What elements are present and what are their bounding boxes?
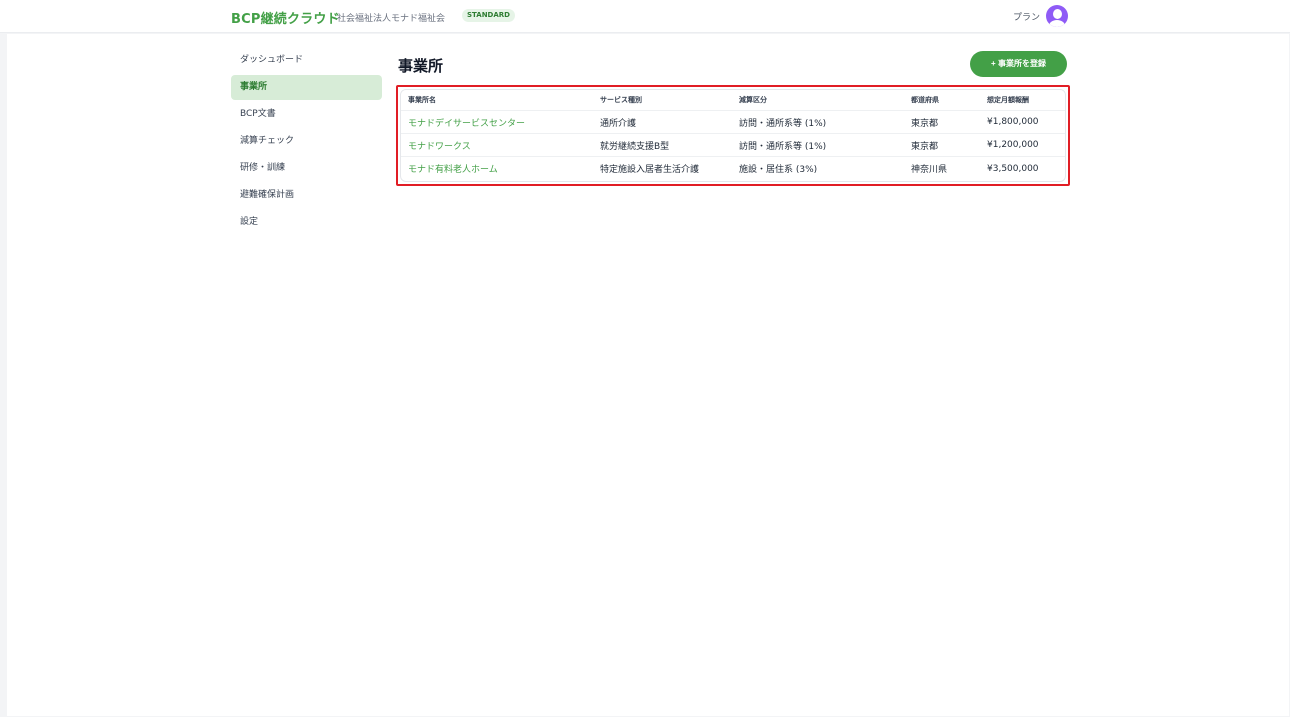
sidebar: ダッシュボード 事業所 BCP文書 減算チェック 研修・訓練 避難確保計画 設定	[231, 48, 382, 237]
monthly-fee-cell: ¥3,500,000	[987, 163, 1039, 174]
office-name-link[interactable]: モナド有料老人ホーム	[408, 157, 498, 180]
deduction-category-cell: 訪問・通所系等 (1%)	[739, 141, 827, 152]
prefecture-cell: 東京都	[911, 118, 939, 129]
column-header-deduction-category: 減算区分	[739, 96, 767, 104]
top-bar: BCP継続クラウド 社会福祉法人モナド福祉会 STANDARD プラン	[0, 0, 1290, 33]
user-avatar-icon[interactable]	[1046, 5, 1068, 27]
prefecture-cell: 神奈川県	[911, 165, 948, 175]
sidebar-item-bcp-documents[interactable]: BCP文書	[231, 102, 382, 127]
table-row[interactable]: モナドワークス 就労継続支援B型 訪問・通所系等 (1%) 東京都 ¥1,200…	[401, 134, 1065, 157]
column-header-monthly-fee: 想定月額報酬	[987, 96, 1029, 104]
column-header-office-name: 事業所名	[408, 96, 436, 104]
plan-badge: STANDARD	[462, 9, 515, 22]
table-row[interactable]: モナド有料老人ホーム 特定施設入居者生活介護 施設・居住系 (3%) 神奈川県 …	[401, 157, 1065, 180]
avatar-head	[1052, 9, 1062, 19]
service-type-cell: 通所介護	[600, 118, 637, 129]
prefecture-cell: 東京都	[911, 141, 939, 152]
sidebar-item-evacuation-plan[interactable]: 避難確保計画	[231, 183, 382, 208]
offices-table: 事業所名 サービス種別 減算区分 都道府県 想定月額報酬 モナドデイサービスセン…	[400, 89, 1066, 182]
column-header-service-type: サービス種別	[600, 96, 642, 104]
sidebar-item-settings[interactable]: 設定	[231, 210, 382, 235]
office-name-link[interactable]: モナドデイサービスセンター	[408, 111, 525, 133]
service-type-cell: 就労継続支援B型	[600, 141, 670, 152]
page-title: 事業所	[398, 57, 444, 75]
sidebar-item-dashboard[interactable]: ダッシュボード	[231, 48, 382, 73]
avatar-shoulders	[1049, 20, 1065, 27]
sidebar-item-training[interactable]: 研修・訓練	[231, 156, 382, 181]
sidebar-item-offices[interactable]: 事業所	[231, 75, 382, 100]
service-type-cell: 特定施設入居者生活介護	[600, 165, 700, 175]
highlight-frame: 事業所名 サービス種別 減算区分 都道府県 想定月額報酬 モナドデイサービスセン…	[396, 85, 1070, 186]
office-name-link[interactable]: モナドワークス	[408, 134, 471, 156]
add-office-button[interactable]: + 事業所を登録	[970, 51, 1067, 77]
column-header-prefecture: 都道府県	[911, 96, 939, 104]
deduction-category-cell: 訪問・通所系等 (1%)	[739, 118, 827, 129]
deduction-category-cell: 施設・居住系 (3%)	[739, 165, 818, 175]
organization-name: 社会福祉法人モナド福祉会	[337, 14, 446, 24]
table-header-row: 事業所名 サービス種別 減算区分 都道府県 想定月額報酬	[401, 90, 1065, 111]
table-row[interactable]: モナドデイサービスセンター 通所介護 訪問・通所系等 (1%) 東京都 ¥1,8…	[401, 111, 1065, 134]
app-brand[interactable]: BCP継続クラウド	[231, 8, 340, 27]
sidebar-item-deduction-check[interactable]: 減算チェック	[231, 129, 382, 154]
monthly-fee-cell: ¥1,800,000	[987, 117, 1039, 127]
monthly-fee-cell: ¥1,200,000	[987, 140, 1039, 150]
plan-link[interactable]: プラン	[1013, 10, 1040, 23]
